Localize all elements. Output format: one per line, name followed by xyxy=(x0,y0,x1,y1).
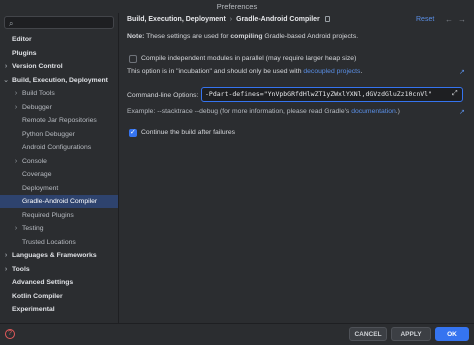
forward-arrow-icon[interactable]: → xyxy=(458,15,466,24)
window-title: Preferences xyxy=(0,0,474,13)
sidebar-item[interactable]: Deployment xyxy=(0,182,118,195)
parallel-compile-checkbox[interactable] xyxy=(129,55,137,63)
sidebar-item-label: Python Debugger xyxy=(22,130,75,138)
continue-build-checkbox[interactable] xyxy=(129,128,137,137)
sidebar-item-label: Build Tools xyxy=(22,90,55,97)
sidebar-item-label: Experimental xyxy=(12,306,55,313)
breadcrumb-parent[interactable]: Build, Execution, Deployment xyxy=(127,16,226,23)
breadcrumb-current: Gradle-Android Compiler xyxy=(236,16,320,23)
settings-note: Note: These settings are used for compil… xyxy=(127,33,358,40)
sidebar-item-label: Gradle-Android Compiler xyxy=(22,198,98,205)
sidebar-item[interactable]: › Version Control xyxy=(0,60,118,73)
sidebar-item-label: Deployment xyxy=(22,184,59,192)
sidebar-item[interactable]: Android Configurations xyxy=(0,141,118,154)
continue-build-label: Continue the build after failures xyxy=(141,129,236,136)
breadcrumb: Build, Execution, Deployment › Gradle-Andr… xyxy=(127,16,330,23)
sidebar-item[interactable]: ⌄ Build, Execution, Deployment xyxy=(0,74,118,87)
sidebar-item[interactable]: › Build Tools xyxy=(0,87,118,100)
sidebar-item[interactable]: Python Debugger xyxy=(0,128,118,141)
cancel-button[interactable]: CANCEL xyxy=(349,327,387,341)
sidebar-item-label: Plugins xyxy=(12,49,37,57)
back-arrow-icon[interactable]: ← xyxy=(445,15,453,24)
sidebar-item-label: Version Control xyxy=(12,63,63,70)
sidebar-item[interactable]: Coverage xyxy=(0,168,118,181)
sidebar-item-label: Required Plugins xyxy=(22,211,74,219)
sidebar-item-label: Editor xyxy=(12,36,32,43)
sidebar-item[interactable]: Experimental xyxy=(0,303,118,316)
example-text: Example: --stacktrace --debug (for more … xyxy=(127,108,400,115)
chevron-right-icon[interactable]: › xyxy=(12,101,20,114)
search-icon: ⌕ xyxy=(9,19,14,28)
incubation-note: This option is in "incubation" and shoul… xyxy=(127,68,362,75)
sidebar-item-label: Remote Jar Repositories xyxy=(22,117,97,124)
note-bold: compiling xyxy=(230,33,263,40)
settings-content: Build, Execution, Deployment › Gradle-Andr… xyxy=(118,13,474,323)
chevron-right-icon[interactable]: › xyxy=(2,60,10,73)
expand-icon[interactable]: ⤢ xyxy=(452,90,458,98)
example-end: .) xyxy=(395,108,400,115)
sidebar-item[interactable]: › Testing xyxy=(0,222,118,235)
help-icon[interactable]: ? xyxy=(5,329,15,339)
sidebar-item[interactable]: Advanced Settings xyxy=(0,276,118,289)
chevron-right-icon[interactable]: › xyxy=(2,263,10,276)
incubation-end: . xyxy=(360,68,363,75)
cmd-options-input[interactable]: -Pdart-defines="YnVpbGRfdHlwZT1yZWxlYXNl… xyxy=(201,87,463,102)
external-link-icon[interactable]: ↗ xyxy=(459,68,465,76)
sidebar-item-label: Android Configurations xyxy=(22,144,92,151)
sidebar-item[interactable]: Kotlin Compiler xyxy=(0,290,118,303)
chevron-right-icon[interactable]: › xyxy=(2,249,10,262)
sidebar-item-label: Kotlin Compiler xyxy=(12,292,63,300)
sidebar-item-label: Coverage xyxy=(22,171,52,178)
sidebar-item[interactable]: › Console xyxy=(0,155,118,168)
sidebar-item[interactable]: › Tools xyxy=(0,263,118,276)
sidebar-item-label: Build, Execution, Deployment xyxy=(12,76,108,84)
sidebar-item-label: Languages & Frameworks xyxy=(12,252,97,259)
preferences-window: Preferences ⌕ Editor Plugins › Version Cont… xyxy=(0,0,474,345)
chevron-right-icon[interactable]: › xyxy=(12,155,20,168)
sidebar-item[interactable]: Trusted Locations xyxy=(0,236,118,249)
apply-button[interactable]: APPLY xyxy=(391,327,431,341)
cmd-options-label: Command-line Options: xyxy=(127,92,199,99)
sidebar-item[interactable]: Required Plugins xyxy=(0,209,118,222)
external-link-icon[interactable]: ↗ xyxy=(459,108,465,116)
sidebar-item-label: Console xyxy=(22,157,47,165)
parallel-compile-label: Compile independent modules in parallel … xyxy=(141,55,357,62)
chevron-down-icon[interactable]: ⌄ xyxy=(2,74,10,87)
sidebar-item-label: Debugger xyxy=(22,103,52,111)
breadcrumb-separator: › xyxy=(229,16,233,23)
sidebar-item[interactable]: Plugins xyxy=(0,47,118,60)
sidebar-item[interactable]: › Languages & Frameworks xyxy=(0,249,118,262)
project-scope-icon xyxy=(324,16,330,23)
incubation-text: This option is in "incubation" and shoul… xyxy=(127,68,302,75)
chevron-right-icon[interactable]: › xyxy=(12,222,20,235)
sidebar-item-label: Testing xyxy=(22,225,44,232)
dialog-footer: ? CANCEL APPLY OK xyxy=(0,323,474,345)
note-prefix: Note: xyxy=(127,33,145,40)
note-mid: These settings are used for xyxy=(144,33,231,40)
sidebar-item[interactable]: › Debugger xyxy=(0,101,118,114)
search-input[interactable]: ⌕ xyxy=(4,16,114,29)
example-prefix: Example: --stacktrace --debug (for more … xyxy=(127,108,350,115)
sidebar-item-label: Trusted Locations xyxy=(22,238,76,246)
reset-link[interactable]: Reset xyxy=(416,16,434,23)
sidebar-item[interactable]: Gradle-Android Compiler xyxy=(0,195,118,208)
chevron-right-icon[interactable]: › xyxy=(12,87,20,100)
sidebar-item-label: Tools xyxy=(12,265,30,273)
sidebar-item[interactable]: Remote Jar Repositories xyxy=(0,114,118,127)
decoupled-projects-link[interactable]: decoupled projects xyxy=(303,68,360,75)
sidebar-item[interactable]: Editor xyxy=(0,33,118,46)
documentation-link[interactable]: documentation xyxy=(351,108,396,115)
settings-sidebar: ⌕ Editor Plugins › Version Control ⌄ Build, E… xyxy=(0,13,118,323)
ok-button[interactable]: OK xyxy=(435,327,469,341)
note-suffix: Gradle-based Android projects. xyxy=(262,33,359,40)
sidebar-item-label: Advanced Settings xyxy=(12,279,74,286)
